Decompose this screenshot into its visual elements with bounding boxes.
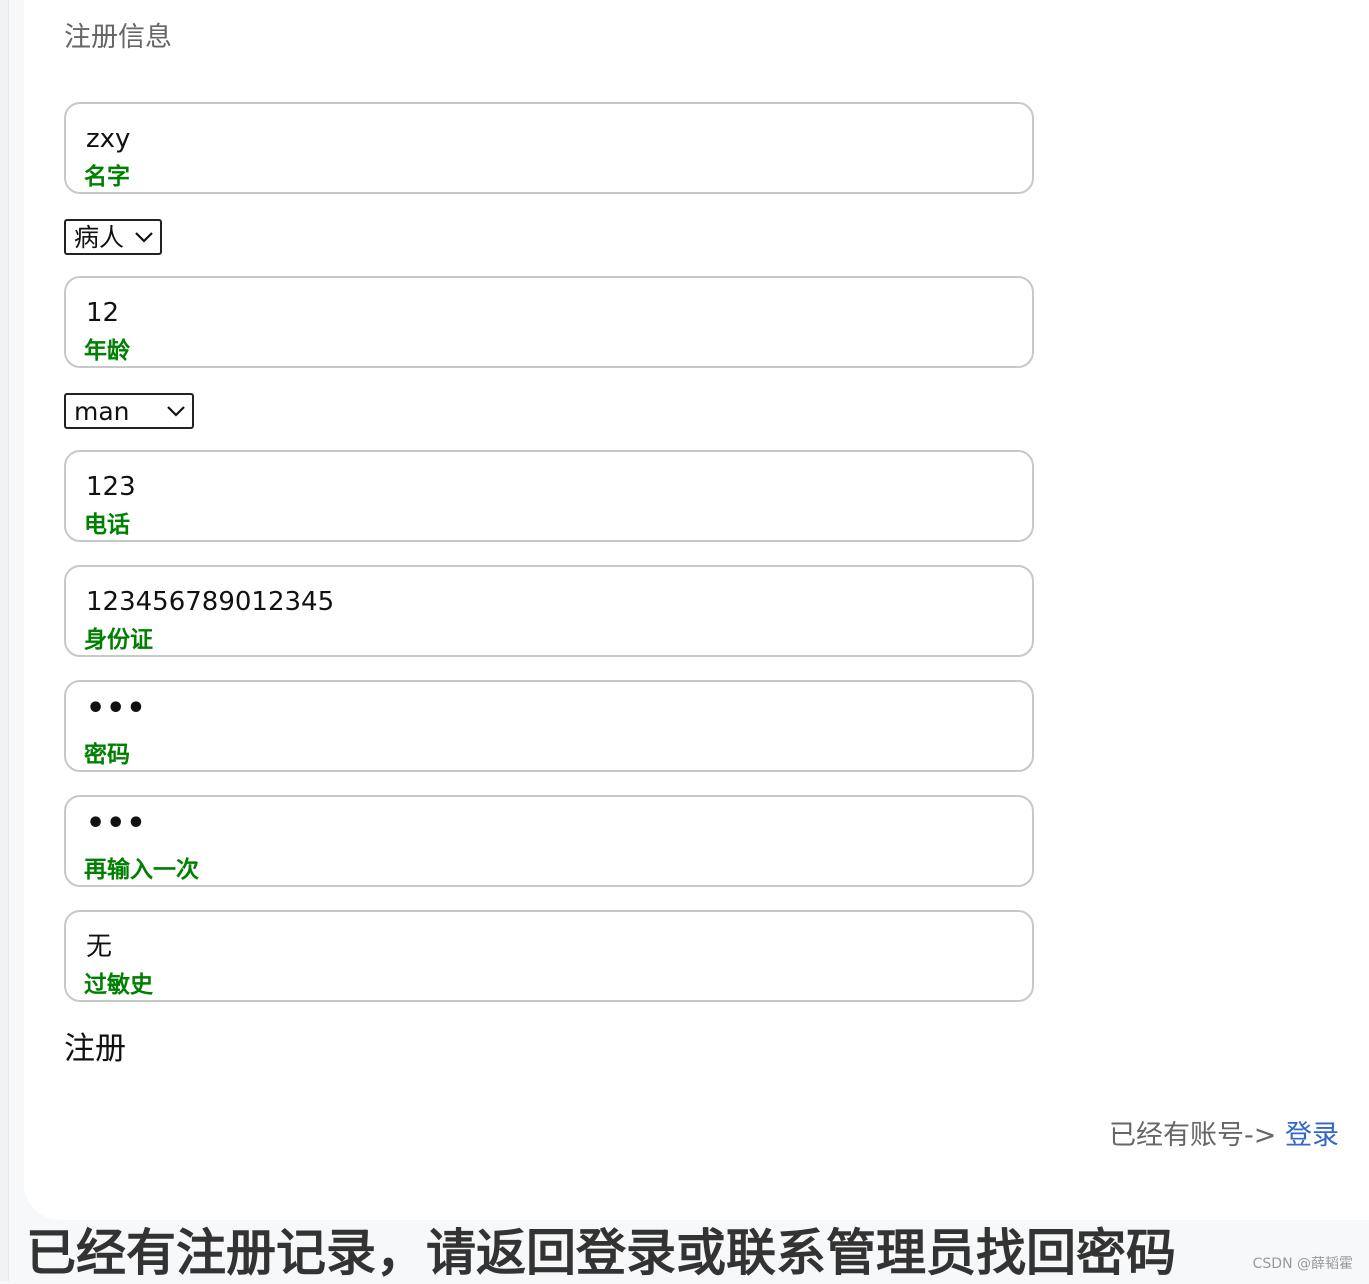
form-title: 注册信息 <box>64 22 172 53</box>
password-field[interactable]: ••• 密码 <box>64 680 1034 772</box>
have-account-text: 已经有账号-> <box>1109 1120 1277 1151</box>
gender-select-value: man <box>74 397 130 426</box>
login-prompt: 已经有账号-> 登录 <box>1109 1116 1339 1156</box>
gender-select[interactable]: man <box>64 393 194 429</box>
allergy-value: 无 <box>86 932 113 962</box>
chevron-down-icon <box>135 232 153 243</box>
login-link[interactable]: 登录 <box>1285 1120 1339 1151</box>
allergy-field[interactable]: 无 过敏史 <box>64 910 1034 1002</box>
register-button[interactable]: 注册 <box>64 1028 126 1070</box>
password-value: ••• <box>86 691 147 726</box>
phone-value: 123 <box>86 472 136 502</box>
watermark: CSDN @薛韬霍 <box>1252 1256 1353 1272</box>
page-left-edge <box>0 0 9 1281</box>
name-field[interactable]: zxy 名字 <box>64 102 1034 194</box>
password-confirm-value: ••• <box>86 806 147 841</box>
id-card-field[interactable]: 123456789012345 身份证 <box>64 565 1034 657</box>
password-confirm-field[interactable]: ••• 再输入一次 <box>64 795 1034 887</box>
password-label: 密码 <box>84 742 130 768</box>
id-card-label: 身份证 <box>84 627 153 653</box>
allergy-label: 过敏史 <box>84 972 153 998</box>
phone-field[interactable]: 123 电话 <box>64 450 1034 542</box>
role-select[interactable]: 病人 <box>64 219 162 255</box>
role-select-value: 病人 <box>74 223 125 252</box>
info-banner: 已经有注册记录，请返回登录或联系管理员找回密码 <box>26 1224 1176 1282</box>
password-confirm-label: 再输入一次 <box>84 857 199 883</box>
name-label: 名字 <box>84 164 130 190</box>
chevron-down-icon <box>167 406 185 417</box>
register-card: 注册信息 zxy 名字 病人 12 年龄 man 123 电话 12345678… <box>24 0 1369 1220</box>
age-label: 年龄 <box>84 338 130 364</box>
age-field[interactable]: 12 年龄 <box>64 276 1034 368</box>
name-value: zxy <box>86 124 131 154</box>
id-card-value: 123456789012345 <box>86 587 335 617</box>
phone-label: 电话 <box>84 512 130 538</box>
age-value: 12 <box>86 298 120 328</box>
